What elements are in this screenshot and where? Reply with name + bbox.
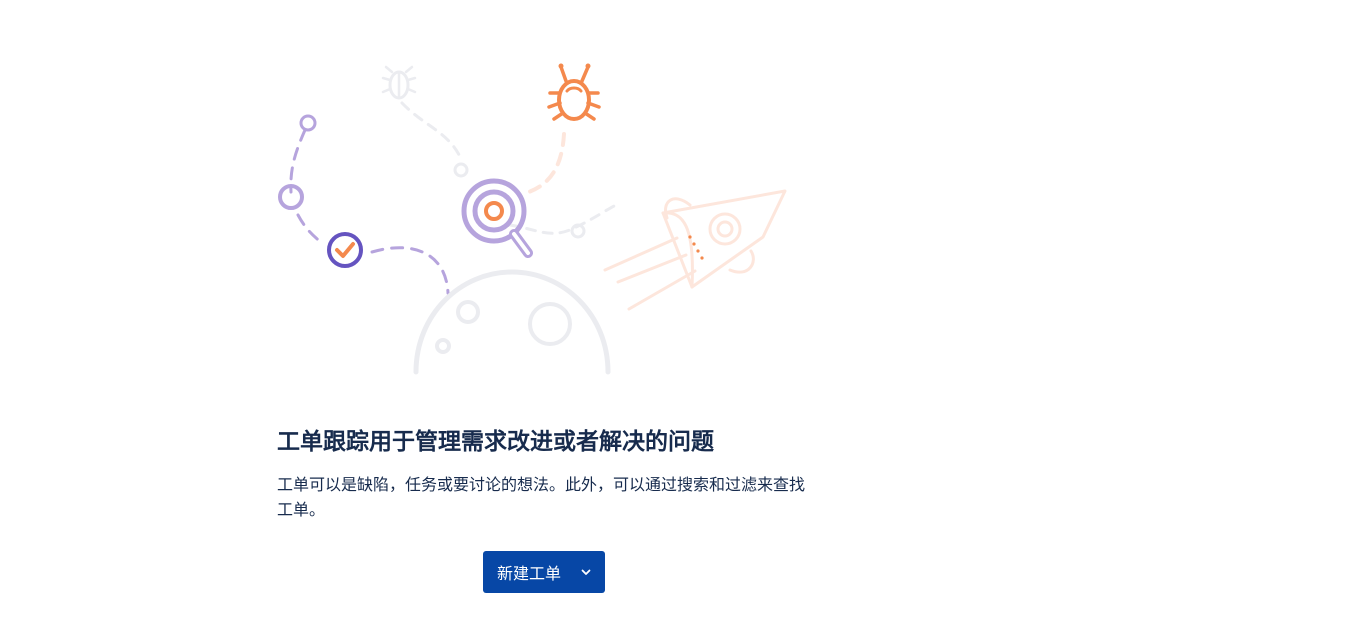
empty-state-description: 工单可以是缺陷，任务或要讨论的想法。此外，可以通过搜索和过滤来查找工单。 <box>277 475 806 519</box>
create-issue-button-label: 新建工单 <box>497 564 562 583</box>
faded-bug-icon <box>381 65 417 100</box>
empty-state-title: 工单跟踪用于管理需求改进或者解决的问题 <box>277 429 714 455</box>
rocket-icon <box>603 189 787 311</box>
chevron-down-icon <box>580 566 592 578</box>
create-issue-button[interactable]: 新建工单 <box>483 551 605 593</box>
magnifier-icon <box>461 178 533 258</box>
path-node-icons <box>278 114 586 239</box>
bug-icon <box>547 63 601 121</box>
issue-tracking-illustration <box>278 63 787 375</box>
checkmark-icon <box>327 232 363 268</box>
planet-icon <box>413 269 611 375</box>
